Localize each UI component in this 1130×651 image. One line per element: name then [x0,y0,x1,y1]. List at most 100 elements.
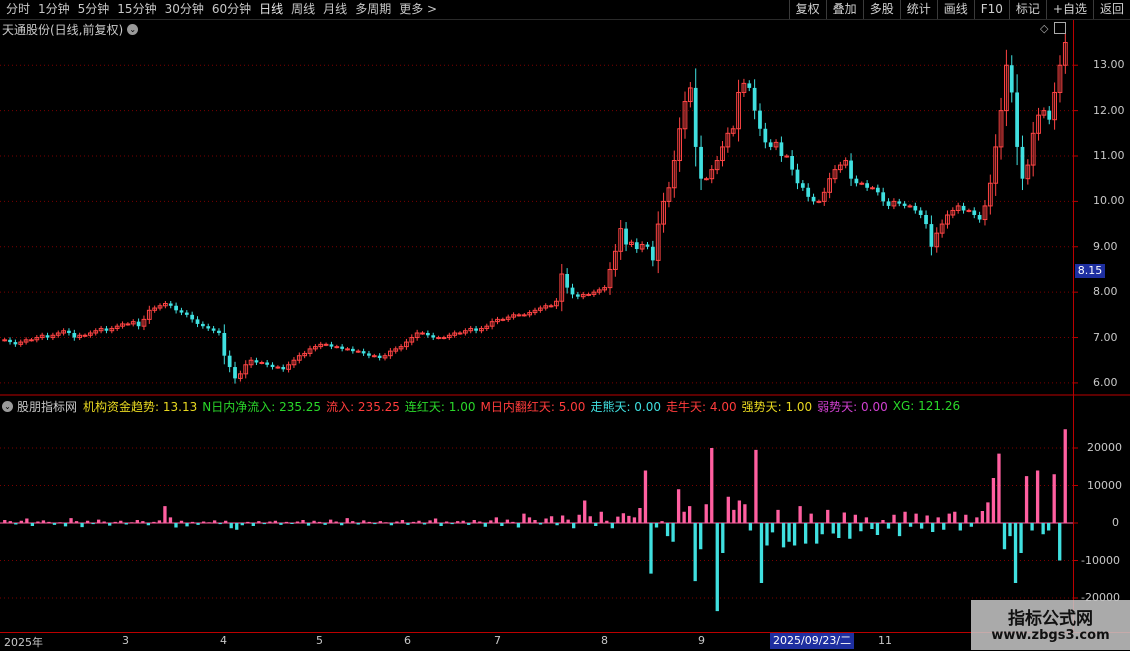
candle-body [929,224,934,247]
indicator-bar [301,520,305,523]
indicator-bar [1052,474,1056,523]
indicator-bar [185,523,189,527]
candle-body [350,348,355,352]
indicator-bar [544,518,548,523]
candle-body [634,242,639,250]
indicator-bar [1019,523,1023,553]
indicator-name: 股朋指标网 [17,399,78,414]
candle-body [902,203,907,206]
indicator-bar [748,523,753,531]
date-label: 9 [698,634,705,647]
indicator-bar [815,523,819,544]
indicator-bar [268,521,272,523]
indicator-bar [456,521,460,523]
indicator-bar [351,521,355,523]
candle-body [500,318,506,321]
candle-body [184,312,189,315]
indicator-bar [246,521,250,523]
indicator-bar [312,520,316,523]
indicator-bar [196,523,200,525]
candle-body [972,210,977,215]
candle-body [961,205,966,211]
date-label: 5 [316,634,323,647]
candle-body [1009,65,1014,93]
indicator-bar [969,523,973,527]
indicator-bar [384,522,388,524]
indicator-bar [770,523,775,533]
candle-body [474,328,478,331]
candle-body [441,337,447,340]
indicator-bar [925,515,929,523]
indicator-bar [284,521,289,523]
indicator-bar [179,520,184,523]
chevron-down-icon[interactable]: ⌄ [2,400,13,412]
candle-body [565,274,570,288]
indicator-bar [257,521,261,523]
indicator-bar [638,508,642,523]
candle-body [190,314,195,320]
candle-body [104,328,109,331]
indicator-bar [224,520,228,523]
indicator-bar [251,523,255,526]
indicator-bar [157,520,162,523]
indicator-bar [328,519,333,523]
candle-body [521,314,527,317]
candle-body [966,209,972,212]
candle-body [329,344,334,347]
indicator-bar [323,523,327,525]
indicator-bar [577,514,581,523]
indicator-bar [997,453,1001,523]
candle-body [323,343,329,346]
indicator-bar [881,520,885,523]
indicator-value: 弱势天: 0.00 [817,399,888,414]
indicator-bar [262,523,267,525]
indicator-bar [229,523,233,529]
candle-body [875,187,880,193]
indicator-legend: ⌄ 股朋指标网 机构资金趋势: 13.13 N日内净流入: 235.25 流入: 2… [2,398,965,414]
indicator-tick-label: 20000 [1087,441,1122,454]
indicator-bar [367,521,371,523]
indicator-bar [1024,476,1029,523]
indicator-bar [737,500,742,523]
indicator-bar [240,523,244,526]
indicator-bar [444,521,449,523]
candle-body [457,332,463,335]
indicator-bar [947,513,951,523]
candle-body [586,293,591,296]
indicator-bar [30,523,35,526]
candle-body [870,187,875,190]
indicator-bar [279,523,283,525]
date-highlight: 2025/09/23/二 [770,633,855,649]
candle-body [195,319,200,324]
indicator-bar [886,523,891,529]
indicator-bar [693,523,697,582]
indicator-bar [36,521,40,523]
indicator-bar [373,523,377,525]
indicator-bar [560,515,565,523]
price-tick-label: 8.00 [1093,285,1118,299]
indicator-bar [478,521,482,523]
indicator-bar [25,518,29,523]
candle-body [436,337,441,340]
candle-body [222,333,227,356]
candle-body [918,210,923,215]
indicator-bar [212,520,217,523]
indicator-bar [848,523,852,539]
candle-body [355,350,361,353]
indicator-bar [820,523,824,535]
indicator-tick-label: 0 [1112,516,1119,529]
date-label: 11 [878,634,892,647]
indicator-bar [572,523,576,529]
indicator-value: N日内净流入: 235.25 [202,399,322,414]
indicator-bar [588,516,592,523]
candle-body [67,330,71,333]
current-price-tag: 8.15 [1075,264,1105,278]
indicator-bar [334,521,338,523]
candle-body [206,326,211,329]
candle-body [136,321,141,327]
candle-body [179,310,184,313]
indicator-bar [726,496,730,523]
indicator-bar [1030,523,1034,531]
candle-body [8,339,12,343]
indicator-bar [621,513,626,523]
